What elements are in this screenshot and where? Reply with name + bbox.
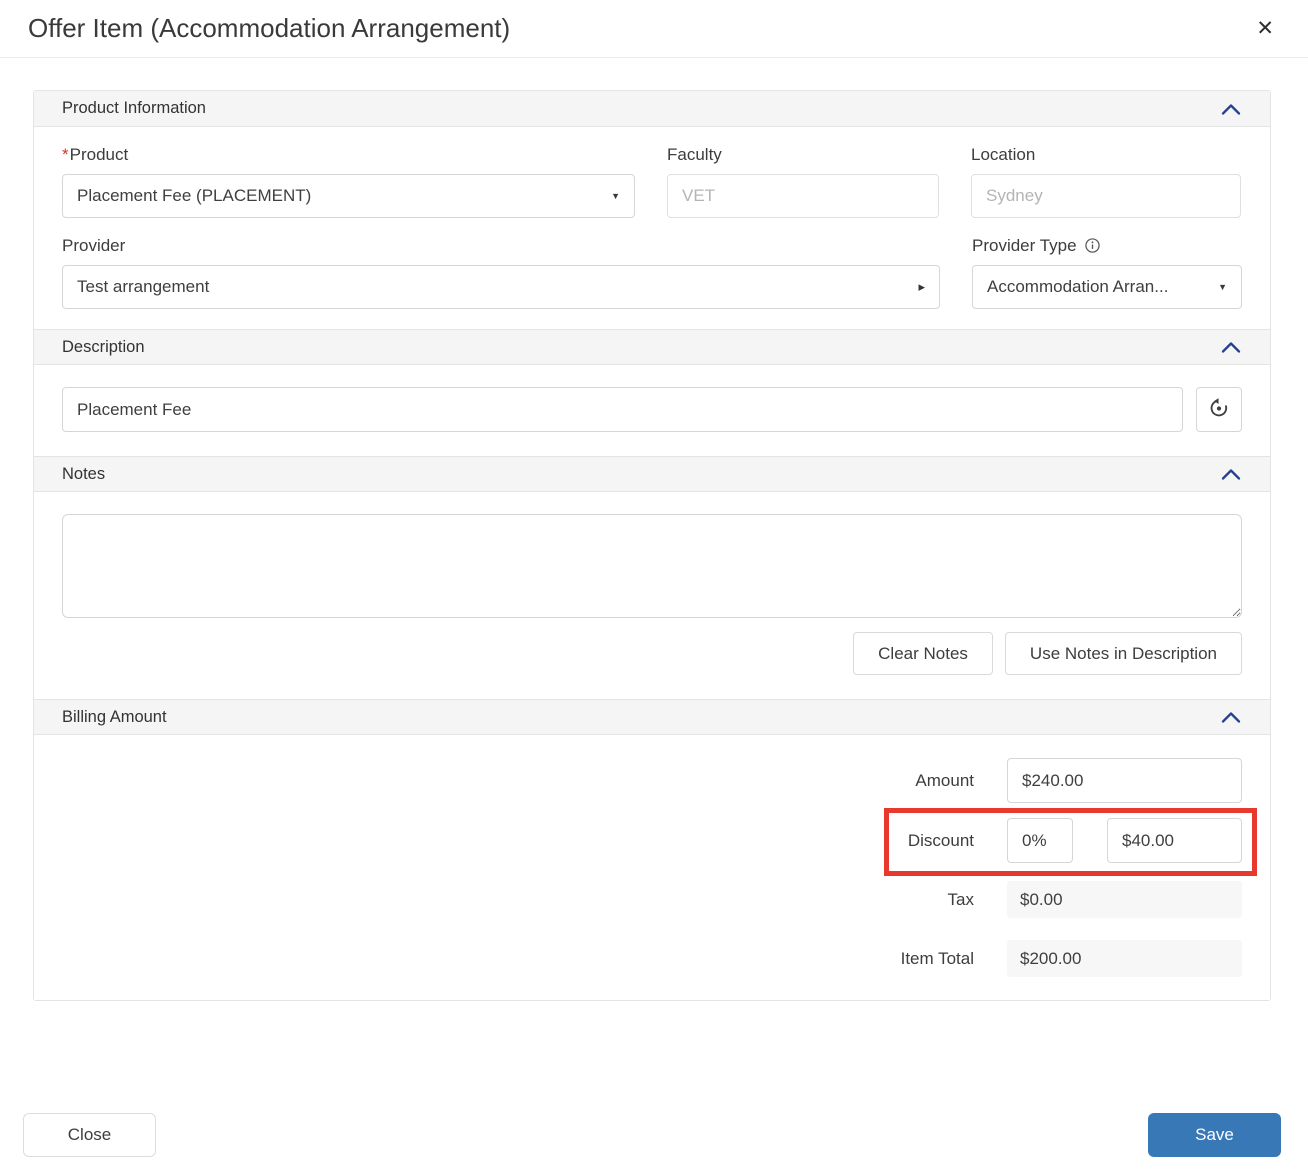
faculty-field: Faculty bbox=[667, 143, 939, 218]
item-total-row: Item Total $200.00 bbox=[62, 940, 1242, 977]
amount-input[interactable] bbox=[1007, 758, 1242, 803]
modal-header: Offer Item (Accommodation Arrangement) ✕ bbox=[0, 0, 1308, 58]
provider-lookup[interactable]: Test arrangement ▸ bbox=[62, 265, 940, 309]
chevron-up-icon bbox=[1220, 709, 1242, 725]
clear-notes-button[interactable]: Clear Notes bbox=[853, 632, 993, 675]
chevron-up-icon bbox=[1220, 339, 1242, 355]
section-header-billing-amount[interactable]: Billing Amount bbox=[34, 699, 1270, 735]
amount-row: Amount bbox=[62, 758, 1242, 803]
section-header-notes[interactable]: Notes bbox=[34, 456, 1270, 492]
page-title: Offer Item (Accommodation Arrangement) bbox=[28, 13, 510, 44]
section-title: Description bbox=[62, 338, 145, 357]
location-label: Location bbox=[971, 143, 1241, 167]
provider-type-select[interactable]: Accommodation Arran... ▼ bbox=[972, 265, 1242, 309]
location-field: Location bbox=[971, 143, 1241, 218]
section-notes: Notes Clear Notes Use Notes in Descripti… bbox=[34, 456, 1270, 699]
discount-amount-input[interactable] bbox=[1107, 818, 1242, 863]
tax-value: $0.00 bbox=[1007, 881, 1242, 918]
section-billing-amount: Billing Amount Amount Discount bbox=[34, 699, 1270, 1000]
modal-footer: Close Save bbox=[23, 1113, 1281, 1157]
section-header-product-information[interactable]: Product Information bbox=[34, 91, 1270, 127]
discount-percent-input[interactable] bbox=[1007, 818, 1073, 863]
location-input bbox=[971, 174, 1241, 218]
section-product-information: Product Information *Product Placement F… bbox=[34, 91, 1270, 329]
close-button[interactable]: Close bbox=[23, 1113, 156, 1157]
provider-label: Provider bbox=[62, 234, 940, 258]
provider-type-field: Provider Type Accommodation Arran... ▼ bbox=[972, 234, 1242, 309]
faculty-label: Faculty bbox=[667, 143, 939, 167]
product-field: *Product Placement Fee (PLACEMENT) ▼ bbox=[62, 143, 635, 218]
chevron-up-icon bbox=[1220, 101, 1242, 117]
reset-icon bbox=[1208, 397, 1230, 422]
chevron-down-icon: ▼ bbox=[1218, 282, 1227, 292]
product-label: *Product bbox=[62, 143, 635, 167]
section-header-description[interactable]: Description bbox=[34, 329, 1270, 365]
discount-row: Discount bbox=[62, 818, 1242, 863]
use-notes-in-description-button[interactable]: Use Notes in Description bbox=[1005, 632, 1242, 675]
reset-description-button[interactable] bbox=[1196, 387, 1242, 432]
provider-type-label: Provider Type bbox=[972, 234, 1242, 258]
notes-textarea[interactable] bbox=[62, 514, 1242, 618]
discount-label: Discount bbox=[908, 831, 974, 851]
item-total-label: Item Total bbox=[901, 949, 974, 969]
notes-buttons: Clear Notes Use Notes in Description bbox=[62, 632, 1242, 675]
description-body bbox=[34, 365, 1270, 456]
amount-label: Amount bbox=[915, 771, 974, 791]
description-input[interactable] bbox=[62, 387, 1183, 432]
section-title: Billing Amount bbox=[62, 708, 167, 727]
item-total-value: $200.00 bbox=[1007, 940, 1242, 977]
tax-row: Tax $0.00 bbox=[62, 881, 1242, 918]
chevron-down-icon: ▼ bbox=[611, 191, 620, 201]
notes-body: Clear Notes Use Notes in Description bbox=[34, 492, 1270, 699]
billing-body: Amount Discount Tax $0.00 Item Total $20 bbox=[34, 735, 1270, 1000]
faculty-input bbox=[667, 174, 939, 218]
sections-container: Product Information *Product Placement F… bbox=[33, 90, 1271, 1001]
provider-type-value: Accommodation Arran... bbox=[987, 277, 1168, 297]
product-select[interactable]: Placement Fee (PLACEMENT) ▼ bbox=[62, 174, 635, 218]
expand-right-icon: ▸ bbox=[918, 279, 925, 295]
close-icon[interactable]: ✕ bbox=[1250, 14, 1280, 43]
provider-value: Test arrangement bbox=[77, 277, 209, 297]
info-icon bbox=[1085, 238, 1100, 253]
section-title: Product Information bbox=[62, 99, 206, 118]
section-description: Description bbox=[34, 329, 1270, 456]
save-button[interactable]: Save bbox=[1148, 1113, 1281, 1157]
chevron-up-icon bbox=[1220, 466, 1242, 482]
required-marker: * bbox=[62, 145, 69, 164]
tax-label: Tax bbox=[948, 890, 974, 910]
product-information-body: *Product Placement Fee (PLACEMENT) ▼ Fac… bbox=[34, 127, 1270, 329]
section-title: Notes bbox=[62, 465, 105, 484]
product-select-value: Placement Fee (PLACEMENT) bbox=[77, 186, 311, 206]
provider-field: Provider Test arrangement ▸ bbox=[62, 234, 940, 309]
